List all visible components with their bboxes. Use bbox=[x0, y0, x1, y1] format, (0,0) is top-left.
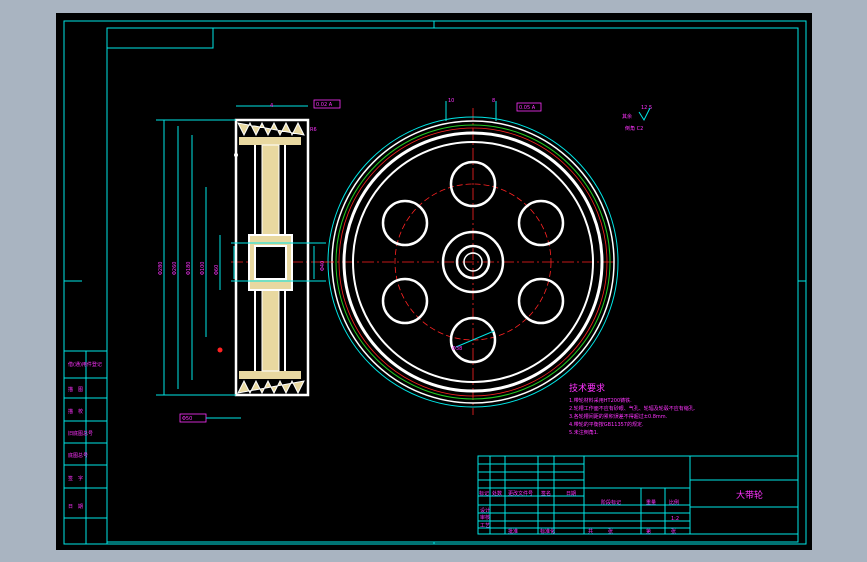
tb-cell-0: 标记 bbox=[479, 490, 489, 497]
tb-cell-17: 标准化 bbox=[540, 528, 555, 535]
tb-cell-3: 签名 bbox=[541, 490, 551, 497]
dim-phi260: Φ260 bbox=[172, 262, 178, 275]
outer-border bbox=[63, 20, 807, 545]
tech-item-2: 2.轮槽工作面不应有砂眼、气孔、轮辐及轮毂不应有缩孔. bbox=[569, 405, 696, 412]
tb-cell-16: 1:2 bbox=[671, 516, 679, 522]
reference-dot bbox=[234, 153, 238, 157]
top-grooves bbox=[237, 121, 305, 137]
tb-cell-9: 阶段标记 bbox=[601, 499, 621, 506]
tb-cell-2: 更改文件号 bbox=[508, 490, 533, 497]
tb-cell-10: 重量 bbox=[646, 499, 656, 506]
roughness-note: 12.5 其余 倒角 C2 bbox=[622, 105, 652, 132]
tb-cell-1: 处数 bbox=[492, 490, 502, 497]
side-dim-label: Φ50 bbox=[182, 416, 192, 422]
datum-marker bbox=[217, 347, 223, 353]
hole-dim-line bbox=[455, 330, 495, 348]
roughness-value: 12.5 bbox=[641, 105, 652, 111]
tb-cell-15: 张 bbox=[671, 528, 676, 535]
stamp-cell-3: 旧底图总号 bbox=[68, 430, 93, 437]
web-hole bbox=[381, 277, 429, 325]
dim-phi60: Φ60 bbox=[214, 265, 220, 275]
hole-dim-label: Φ38 bbox=[452, 346, 462, 352]
tech-item-5: 5.未注倒角1. bbox=[569, 429, 599, 436]
pulley-drawing: 借(通)用件登记 描 图 描 校 旧底图总号 底图总号 签 字 日 期 标记 处… bbox=[63, 20, 807, 545]
flatness-tolerance: 0.02 A bbox=[316, 102, 333, 108]
upper-web-section bbox=[261, 144, 280, 236]
stamp-cell-1: 描 图 bbox=[68, 386, 83, 393]
tb-cell-11: 比例 bbox=[669, 499, 679, 506]
pulley-front-view: Φ38 10 8 0.05 A bbox=[322, 98, 619, 415]
dim-phi40: Φ40 bbox=[320, 261, 326, 271]
runout-tolerance: 0.05 A bbox=[519, 105, 536, 111]
technical-requirements: 技术要求 1.带轮材料采用HT200铸铁. 2.轮槽工作面不应有砂眼、气孔、轮辐… bbox=[569, 382, 696, 436]
tech-item-4: 4.带轮的平衡按GB11357的规定. bbox=[569, 421, 644, 428]
stamp-cell-0: 借(通)用件登记 bbox=[68, 361, 102, 368]
stamp-cell-6: 日 期 bbox=[68, 504, 83, 510]
dim-phi100: Φ100 bbox=[200, 262, 206, 275]
top-left-box bbox=[107, 28, 214, 49]
keyway-dim-b: 8 bbox=[492, 98, 495, 104]
tb-cell-5: 设计 bbox=[480, 507, 490, 514]
roughness-label: 其余 bbox=[622, 113, 632, 120]
stamp-cell-5: 签 字 bbox=[68, 475, 83, 482]
tb-cell-4: 日期 bbox=[566, 491, 576, 497]
tb-cell-14: 第 bbox=[646, 528, 651, 535]
tech-item-3: 3.各轮槽间距的累积误差不得超过±0.8mm. bbox=[569, 413, 668, 420]
tb-cell-7: 工艺 bbox=[480, 523, 490, 529]
cad-viewer: 借(通)用件登记 描 图 描 校 旧底图总号 底图总号 签 字 日 期 标记 处… bbox=[0, 0, 867, 562]
bottom-grooves bbox=[237, 379, 305, 395]
tech-item-1: 1.带轮材料采用HT200铸铁. bbox=[569, 397, 632, 404]
drawing-canvas[interactable]: 借(通)用件登记 描 图 描 校 旧底图总号 底图总号 签 字 日 期 标记 处… bbox=[56, 13, 812, 550]
web-hole bbox=[517, 199, 565, 247]
title-block: 标记 处数 更改文件号 签名 日期 设计 审核 工艺 批准 阶段标记 重量 比例… bbox=[477, 455, 799, 535]
pulley-side-view: Φ280 Φ260 Φ180 Φ100 Φ60 Φ40 0.02 A Φ50 R… bbox=[156, 99, 341, 423]
left-stamp: 借(通)用件登记 描 图 描 校 旧底图总号 底图总号 签 字 日 期 bbox=[63, 350, 108, 545]
lower-web-section bbox=[261, 289, 280, 372]
tb-cell-6: 审核 bbox=[480, 514, 490, 521]
tech-heading: 技术要求 bbox=[569, 382, 605, 394]
dim-phi180: Φ180 bbox=[186, 262, 192, 275]
groove-radius: R6 bbox=[310, 127, 317, 133]
dim-phi280: Φ280 bbox=[158, 262, 164, 275]
keyway-dim-a: 10 bbox=[448, 98, 454, 104]
bore-section bbox=[254, 245, 287, 280]
roughness-finish: 倒角 C2 bbox=[625, 125, 643, 132]
drawing-title: 大带轮 bbox=[736, 489, 763, 501]
tb-cell-13: 张 bbox=[608, 528, 613, 535]
stamp-cell-4: 底图总号 bbox=[68, 452, 88, 459]
tb-cell-8: 批准 bbox=[508, 528, 518, 535]
web-hole bbox=[381, 199, 429, 247]
stamp-cell-2: 描 校 bbox=[68, 408, 83, 415]
rim-width-dim: 4 bbox=[270, 103, 273, 109]
tb-cell-12: 共 bbox=[588, 528, 593, 535]
